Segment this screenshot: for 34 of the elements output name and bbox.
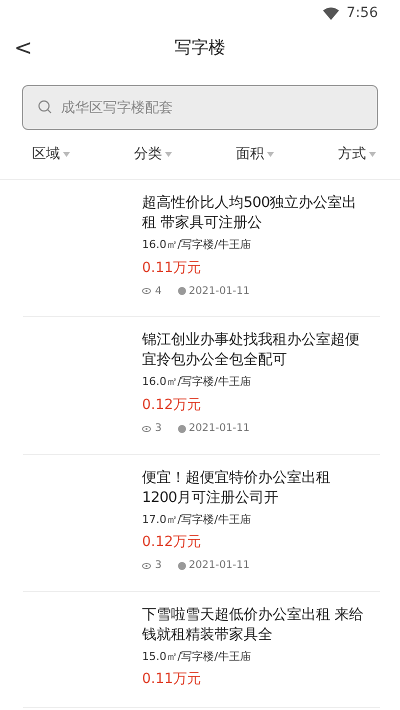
caret-icon <box>63 152 70 157</box>
view-count: 3 <box>155 558 162 573</box>
filter-dropdown[interactable]: 分类 <box>124 144 182 165</box>
listing-details: 16.0㎡/写字楼/牛王庙 <box>142 237 252 253</box>
post-date: 2021-01-11 <box>188 420 250 436</box>
search-field[interactable]: 成华区写字楼配套 <box>22 85 378 130</box>
status-time: 7:56 <box>346 4 378 22</box>
post-date: 2021-01-11 <box>188 558 250 573</box>
listing-title[interactable]: 超高性价比人均500独立办公室出租 带家具可注册公 <box>142 193 366 233</box>
listing-price: 0.12万元 <box>142 533 202 552</box>
wifi-icon <box>322 6 339 20</box>
back-button[interactable]: < <box>10 32 36 65</box>
caret-icon <box>369 152 376 157</box>
listing-price: 0.11万元 <box>142 670 202 690</box>
caret-icon <box>267 152 274 157</box>
listing-details: 16.0㎡/写字楼/牛王庙 <box>142 374 252 390</box>
eye-icon <box>142 288 151 294</box>
listing-title[interactable]: 下雪啦雪天超低价办公室出租 来给钱就租精装带家具全 <box>142 604 366 645</box>
eye-icon <box>142 562 151 569</box>
listing-details: 17.0㎡/写字楼/牛王庙 <box>142 512 252 528</box>
eye-icon <box>142 426 151 432</box>
view-count: 4 <box>155 284 162 298</box>
caret-icon <box>165 152 172 157</box>
listing-details: 15.0㎡/写字楼/牛王庙 <box>142 648 252 665</box>
filter-dropdown[interactable]: 面积 <box>226 144 284 165</box>
post-date: 2021-01-11 <box>188 284 250 298</box>
view-count: 3 <box>155 420 162 436</box>
filter-dropdown[interactable]: 区域 <box>22 144 80 165</box>
listing-title[interactable]: 锦江创业办事处找我租办公室超便宜拎包办公全包全配可 <box>142 330 366 370</box>
filter-dropdown[interactable]: 方式 <box>328 144 386 165</box>
listing-title[interactable]: 便宜！超便宜特价办公室出租 1200月可注册公司开 <box>142 468 366 508</box>
listing-price: 0.12万元 <box>142 396 202 415</box>
page-title: 写字楼 <box>174 37 226 60</box>
listing-price: 0.11万元 <box>142 258 202 278</box>
